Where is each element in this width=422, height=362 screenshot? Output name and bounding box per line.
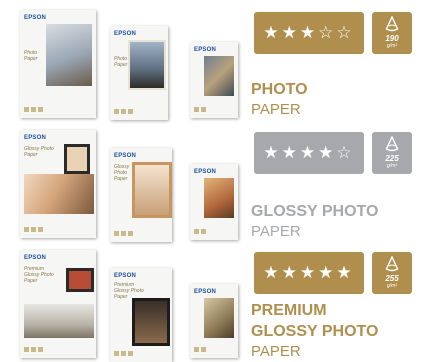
paper-weight-icon xyxy=(385,16,399,32)
paper-weight-value: 190 xyxy=(385,34,399,43)
pack-photo xyxy=(46,24,92,86)
brand-logo: EPSON xyxy=(194,47,217,53)
pack-frame xyxy=(132,162,172,218)
product-subtitle: PAPER xyxy=(251,223,301,240)
product-pack-large: EPSON Glossy Photo Paper xyxy=(20,130,96,238)
paper-weight-icon xyxy=(385,136,399,152)
pack-thumbnails xyxy=(24,347,43,352)
product-pack-small: EPSON xyxy=(190,164,238,240)
brand-logo: EPSON xyxy=(194,289,217,295)
product-row-glossy-photo-paper: EPSON Glossy Photo Paper EPSON Glossy Ph… xyxy=(0,122,422,244)
pack-thumbnails xyxy=(114,231,133,236)
paper-weight-value: 225 xyxy=(385,154,399,163)
rating-badge: ★★★★☆ xyxy=(254,132,364,174)
pack-photo xyxy=(128,40,166,90)
product-pack-medium: EPSON Premium Glossy Photo Paper xyxy=(110,268,172,362)
pack-label: Photo Paper xyxy=(24,50,38,62)
pack-thumbnails xyxy=(114,109,133,114)
pack-frame xyxy=(66,268,94,292)
product-title: PHOTO xyxy=(251,81,308,98)
product-pack-large: EPSON Premium Glossy Photo Paper xyxy=(20,250,96,358)
product-row-photo-paper: EPSON Photo Paper EPSON Photo Paper EPSO… xyxy=(0,0,422,122)
product-title: GLOSSY PHOTO xyxy=(251,203,379,220)
product-subtitle: PAPER xyxy=(251,343,301,360)
product-subtitle: PAPER xyxy=(251,101,301,118)
pack-photo xyxy=(204,178,234,218)
product-pack-small: EPSON xyxy=(190,42,238,118)
pack-photo xyxy=(204,298,234,338)
product-title-line1: PREMIUM xyxy=(251,302,327,319)
pack-thumbnails xyxy=(194,229,206,234)
paper-weight-unit: g/m² xyxy=(387,43,397,49)
pack-label: Premium Glossy Photo Paper xyxy=(24,266,54,284)
brand-logo: EPSON xyxy=(24,135,47,141)
product-pack-medium: EPSON Photo Paper xyxy=(110,26,168,120)
pack-label: Premium Glossy Photo Paper xyxy=(114,282,144,300)
brand-logo: EPSON xyxy=(114,31,137,37)
brand-logo: EPSON xyxy=(114,153,137,159)
product-row-premium-glossy-photo-paper: EPSON Premium Glossy Photo Paper EPSON P… xyxy=(0,244,422,362)
brand-logo: EPSON xyxy=(24,255,47,261)
pack-thumbnails xyxy=(24,227,43,232)
rating-badge: ★★★★★ xyxy=(254,252,364,294)
pack-thumbnails xyxy=(24,107,43,112)
pack-frame xyxy=(64,144,90,174)
pack-thumbnails xyxy=(194,347,206,352)
paper-weight-icon xyxy=(385,256,399,272)
paper-weight-unit: g/m² xyxy=(387,283,397,289)
paper-weight-badge: 190 g/m² xyxy=(372,12,412,54)
paper-weight-value: 255 xyxy=(385,274,399,283)
brand-logo: EPSON xyxy=(194,169,217,175)
pack-label: Photo Paper xyxy=(114,56,128,68)
pack-photo xyxy=(204,56,234,96)
pack-photo xyxy=(24,304,94,338)
pack-label: Glossy Photo Paper xyxy=(24,146,54,158)
product-title-line2: GLOSSY PHOTO xyxy=(251,323,379,340)
pack-thumbnails xyxy=(114,351,133,356)
paper-weight-badge: 255 g/m² xyxy=(372,252,412,294)
brand-logo: EPSON xyxy=(24,15,47,21)
paper-weight-unit: g/m² xyxy=(387,163,397,169)
product-pack-small: EPSON xyxy=(190,284,238,358)
paper-weight-badge: 225 g/m² xyxy=(372,132,412,174)
pack-frame xyxy=(132,298,170,346)
pack-photo xyxy=(24,174,94,214)
brand-logo: EPSON xyxy=(114,273,137,279)
pack-thumbnails xyxy=(194,107,206,112)
product-pack-large: EPSON Photo Paper xyxy=(20,10,96,118)
product-pack-medium: EPSON Glossy Photo Paper xyxy=(110,148,172,242)
pack-label: Glossy Photo Paper xyxy=(114,164,130,182)
rating-badge: ★★★☆☆ xyxy=(254,12,364,54)
